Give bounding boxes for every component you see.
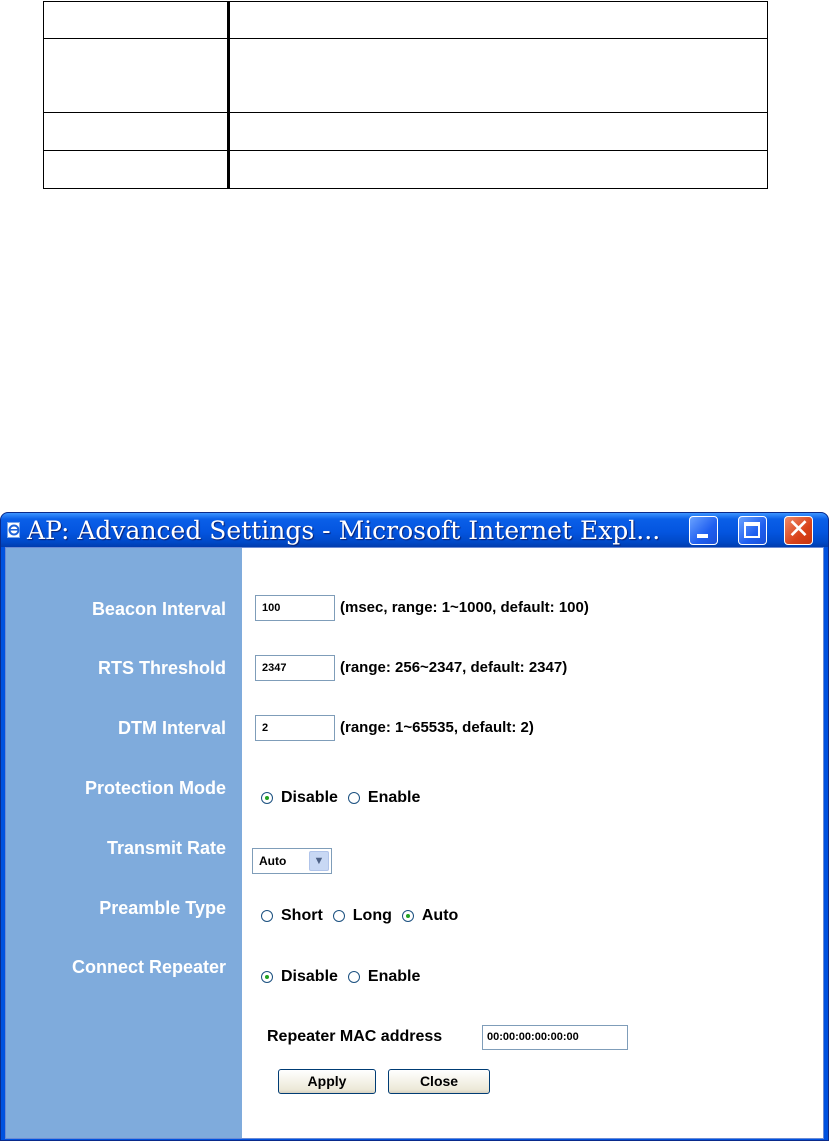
protection-enable-label: Enable	[367, 789, 421, 806]
repeater-mac-input[interactable]: 00:00:00:00:00:00	[482, 1025, 628, 1050]
preamble-auto-radio[interactable]	[401, 910, 414, 922]
beacon-interval-label: Beacon Interval	[91, 599, 226, 619]
document-table-cell	[227, 38, 768, 113]
beacon-interval-hint: (msec, range: 1~1000, default: 100)	[340, 599, 589, 616]
title-bar[interactable]: AP: Advanced Settings - Microsoft Intern…	[1, 513, 828, 547]
preamble-auto-label: Auto	[421, 907, 459, 924]
minimize-icon	[697, 534, 708, 538]
protection-disable-label: Disable	[281, 789, 338, 806]
connect-repeater-label: Connect Repeater	[71, 957, 226, 977]
document-table-row	[43, 112, 768, 151]
page-content: Beacon Interval RTS Threshold DTM Interv…	[5, 547, 824, 1139]
connect-repeater-radios: Disable Enable	[261, 968, 420, 986]
document-table-cell	[227, 1, 768, 39]
preamble-long-label: Long	[352, 907, 392, 924]
repeater-enable-label: Enable	[367, 968, 421, 985]
document-table-row	[43, 38, 768, 113]
preamble-type-label: Preamble Type	[99, 898, 226, 918]
rts-threshold-hint: (range: 256~2347, default: 2347)	[340, 659, 568, 676]
maximize-icon	[744, 522, 760, 538]
chevron-down-icon[interactable]: ▼	[309, 851, 329, 871]
repeater-disable-label: Disable	[281, 968, 338, 985]
ie-icon	[7, 522, 22, 538]
protection-disable-radio[interactable]	[261, 792, 273, 804]
protection-enable-radio[interactable]	[347, 792, 360, 804]
document-table-row	[43, 150, 768, 189]
document-table	[43, 1, 768, 189]
window-title: AP: Advanced Settings - Microsoft Intern…	[27, 516, 661, 545]
preamble-short-radio[interactable]	[261, 910, 273, 922]
document-table-cell	[227, 150, 768, 189]
preamble-short-label: Short	[281, 907, 323, 924]
beacon-interval-input[interactable]: 100	[255, 595, 335, 621]
dtm-interval-hint: (range: 1~65535, default: 2)	[340, 719, 534, 736]
document-table-cell	[227, 112, 768, 151]
document-table-cell	[43, 1, 229, 39]
document-table-row	[43, 1, 768, 39]
ie-window: AP: Advanced Settings - Microsoft Intern…	[0, 512, 829, 1141]
label-column: Beacon Interval RTS Threshold DTM Interv…	[6, 548, 242, 1138]
preamble-long-radio[interactable]	[332, 910, 345, 922]
dtm-interval-label: DTM Interval	[117, 718, 226, 738]
transmit-rate-label: Transmit Rate	[106, 838, 226, 858]
document-table-cell	[43, 38, 229, 113]
document-table-cell	[43, 112, 229, 151]
rts-threshold-label: RTS Threshold	[97, 658, 226, 678]
apply-button[interactable]: Apply	[278, 1069, 376, 1094]
close-button[interactable]: Close	[388, 1069, 490, 1094]
protection-mode-label: Protection Mode	[84, 778, 226, 798]
transmit-rate-value: Auto	[259, 854, 287, 868]
protection-mode-radios: Disable Enable	[261, 789, 420, 807]
close-window-button[interactable]: ✕	[784, 516, 813, 545]
maximize-button[interactable]	[738, 516, 767, 545]
close-icon: ✕	[787, 514, 810, 545]
repeater-mac-label: Repeater MAC address	[267, 1028, 443, 1045]
preamble-type-radios: Short Long Auto	[261, 907, 458, 925]
transmit-rate-select[interactable]: Auto ▼	[252, 848, 332, 874]
minimize-button[interactable]	[689, 516, 718, 545]
rts-threshold-input[interactable]: 2347	[255, 655, 335, 681]
dtm-interval-input[interactable]: 2	[255, 715, 335, 741]
repeater-disable-radio[interactable]	[261, 971, 273, 983]
repeater-enable-radio[interactable]	[347, 971, 360, 983]
document-table-cell	[43, 150, 229, 189]
